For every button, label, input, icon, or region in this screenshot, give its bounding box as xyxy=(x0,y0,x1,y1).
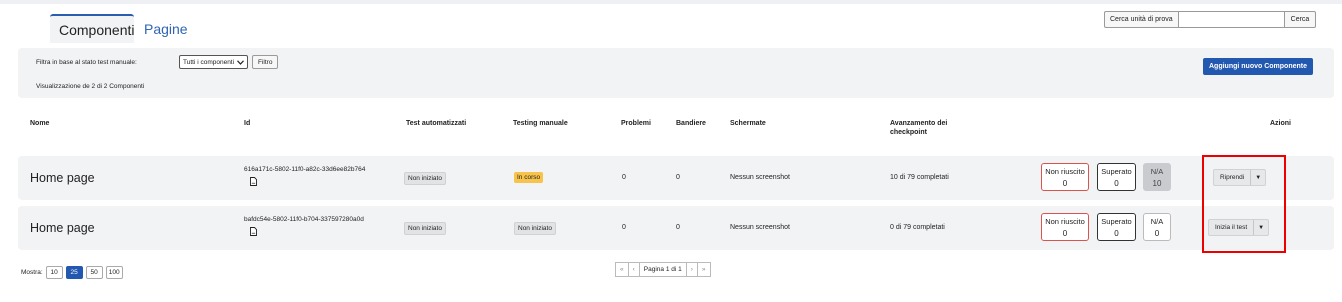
auto-test-status-badge: Non iniziato xyxy=(404,172,446,185)
pass-label: Superato xyxy=(1101,167,1132,176)
pass-label: Superato xyxy=(1101,217,1132,226)
pagination: « ‹ Pagina 1 di 1 › » xyxy=(615,262,711,277)
page-size-50[interactable]: 50 xyxy=(85,266,103,279)
search-group: Cerca unità di prova Cerca xyxy=(1104,11,1317,28)
page-size-25[interactable]: 25 xyxy=(65,266,83,279)
pass-count: 0 xyxy=(1114,179,1119,188)
col-header-screens: Schermate xyxy=(730,120,766,127)
last-page-button[interactable]: » xyxy=(696,262,711,277)
page-size-selector: Mostra: 10 25 50 100 xyxy=(21,266,123,279)
na-count-button[interactable]: N/A 10 xyxy=(1143,163,1171,191)
fail-count: 0 xyxy=(1062,179,1068,188)
flags-count: 0 xyxy=(676,174,680,181)
first-page-button[interactable]: « xyxy=(615,262,629,277)
fail-count-button[interactable]: Non riuscito 0 xyxy=(1041,163,1089,191)
search-label: Cerca unità di prova xyxy=(1104,11,1178,28)
pass-count-button[interactable]: Superato 0 xyxy=(1097,163,1136,191)
filter-select[interactable]: Tutti i componenti xyxy=(179,55,249,69)
na-count-button[interactable]: N/A 0 xyxy=(1143,213,1171,241)
col-header-manual: Testing manuale xyxy=(513,120,568,127)
add-component-button[interactable]: Aggiungi nuovo Componente xyxy=(1203,58,1313,75)
row-name[interactable]: Home page xyxy=(30,221,95,235)
document-icon[interactable] xyxy=(250,177,257,186)
top-bar xyxy=(0,0,1342,4)
col-header-problems: Problemi xyxy=(621,120,651,127)
page-indicator: Pagina 1 di 1 xyxy=(638,262,687,277)
problems-count: 0 xyxy=(622,174,626,181)
auto-test-status-badge: Non iniziato xyxy=(404,222,446,235)
row-id: bafdc54e-5802-11f0-b704-337597280a0d xyxy=(244,216,364,223)
na-count: 10 xyxy=(1152,179,1162,188)
progress-text: 10 di 79 completati xyxy=(890,174,949,181)
na-label: N/A xyxy=(1150,167,1164,176)
chevron-down-icon xyxy=(237,59,245,65)
row-name[interactable]: Home page xyxy=(30,171,95,185)
search-input[interactable] xyxy=(1177,11,1285,28)
table-row: Home page bafdc54e-5802-11f0-b704-337597… xyxy=(18,206,1334,250)
show-label: Mostra: xyxy=(21,269,43,276)
col-header-flags: Bandiere xyxy=(676,120,706,127)
na-label: N/A xyxy=(1150,217,1164,226)
showing-count: Visualizzazione de 2 di 2 Componenti xyxy=(36,83,145,90)
fail-count: 0 xyxy=(1062,229,1068,238)
problems-count: 0 xyxy=(622,224,626,231)
page-size-100[interactable]: 100 xyxy=(105,266,123,279)
filter-select-value: Tutti i componenti xyxy=(183,58,235,66)
col-header-progress: Avanzamento dei checkpoint xyxy=(890,120,948,136)
fail-label: Non riuscito xyxy=(1045,167,1085,176)
progress-text: 0 di 79 completati xyxy=(890,224,945,231)
manual-test-status-badge: Non iniziato xyxy=(514,222,556,235)
filter-label: Filtra in base al stato test manuale: xyxy=(36,59,137,66)
search-button[interactable]: Cerca xyxy=(1284,11,1317,28)
pass-count-button[interactable]: Superato 0 xyxy=(1097,213,1136,241)
filter-panel: Filtra in base al stato test manuale: Tu… xyxy=(18,48,1334,98)
highlight-box xyxy=(1202,155,1286,253)
flags-count: 0 xyxy=(676,224,680,231)
page-size-10[interactable]: 10 xyxy=(45,266,63,279)
filter-button[interactable]: Filtro xyxy=(252,55,279,69)
tab-pagine[interactable]: Pagine xyxy=(134,14,200,43)
tab-componenti[interactable]: Componenti xyxy=(50,14,135,43)
col-header-id: Id xyxy=(244,120,251,127)
table-row: Home page 616a171c-5802-11f0-a82c-33d6ee… xyxy=(18,156,1334,200)
screenshots-text: Nessun screenshot xyxy=(730,224,790,231)
na-count: 0 xyxy=(1154,229,1160,238)
fail-label: Non riuscito xyxy=(1045,217,1085,226)
screenshots-text: Nessun screenshot xyxy=(730,174,790,181)
document-icon[interactable] xyxy=(250,227,257,236)
col-header-name: Nome xyxy=(30,120,50,127)
manual-test-status-badge: In corso xyxy=(514,172,544,183)
pass-count: 0 xyxy=(1114,229,1119,238)
fail-count-button[interactable]: Non riuscito 0 xyxy=(1041,213,1089,241)
row-id: 616a171c-5802-11f0-a82c-33d6ee82b764 xyxy=(244,166,366,173)
col-header-auto: Test automatizzati xyxy=(406,120,467,127)
col-header-actions: Azioni xyxy=(1270,120,1291,127)
